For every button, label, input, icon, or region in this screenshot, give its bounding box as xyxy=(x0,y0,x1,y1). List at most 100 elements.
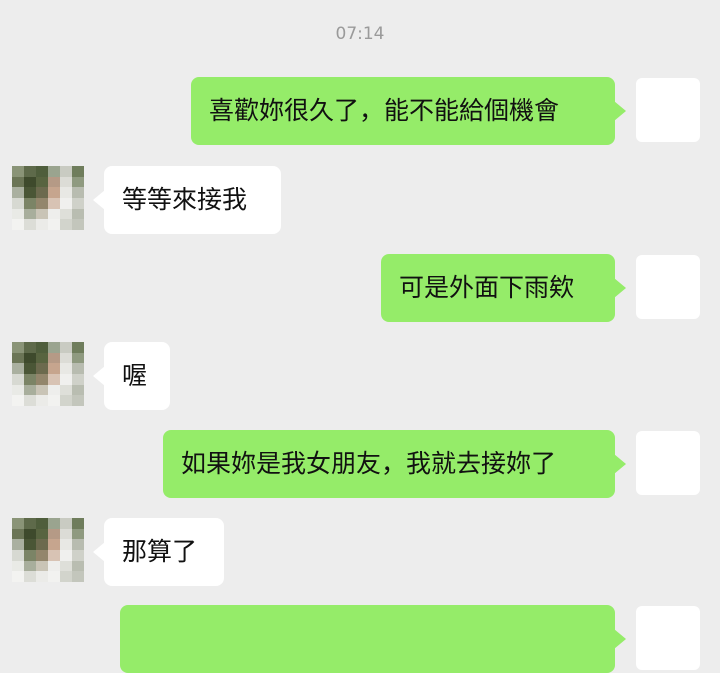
avatar-mosaic-tile xyxy=(12,176,24,188)
message-bubble-sent[interactable]: 喜歡妳很久了，能不能給個機會 xyxy=(191,77,626,145)
contact-avatar-icon[interactable] xyxy=(12,166,84,230)
avatar-mosaic-tile xyxy=(72,571,84,582)
avatar-mosaic-tile xyxy=(48,373,60,385)
avatar-mosaic-tile xyxy=(72,539,84,550)
avatar-mosaic-tile xyxy=(36,395,48,406)
avatar-mosaic-tile xyxy=(48,528,60,540)
message-timestamp: 07:14 xyxy=(335,24,385,44)
avatar-mosaic-tile xyxy=(12,352,24,364)
avatar-mosaic-tile xyxy=(48,395,60,406)
avatar-mosaic-tile xyxy=(48,549,60,561)
avatar-mosaic-tile xyxy=(24,187,36,198)
avatar-mosaic-tile xyxy=(60,539,72,550)
avatar-mosaic-tile xyxy=(60,549,72,561)
avatar-mosaic-tile xyxy=(48,352,60,364)
avatar-mosaic-tile xyxy=(48,363,60,374)
contact-avatar-icon[interactable] xyxy=(12,518,84,582)
avatar-mosaic-tile xyxy=(36,166,48,177)
avatar-mosaic-tile xyxy=(12,539,24,550)
message-bubble-sent[interactable]: 如果妳是我女朋友，我就去接妳了 xyxy=(163,430,626,498)
message-bubble-sent[interactable] xyxy=(120,605,626,673)
self-avatar-icon[interactable] xyxy=(636,78,700,142)
avatar-mosaic-tile xyxy=(60,197,72,209)
avatar-mosaic-tile xyxy=(24,166,36,177)
avatar-mosaic-tile xyxy=(36,352,48,364)
avatar-mosaic-tile xyxy=(24,395,36,406)
avatar-mosaic-tile xyxy=(72,549,84,561)
avatar-mosaic-tile xyxy=(72,208,84,220)
avatar-mosaic-tile xyxy=(24,528,36,540)
avatar-mosaic-tile xyxy=(60,187,72,198)
avatar-mosaic-tile xyxy=(36,363,48,374)
avatar-mosaic-tile xyxy=(72,560,84,572)
avatar-mosaic-tile xyxy=(72,373,84,385)
message-bubble-received[interactable]: 等等來接我 xyxy=(93,166,281,234)
avatar-mosaic-tile xyxy=(72,384,84,396)
avatar-mosaic-tile xyxy=(60,363,72,374)
avatar-mosaic-tile xyxy=(36,571,48,582)
avatar-mosaic-tile xyxy=(72,518,84,529)
avatar-mosaic-tile xyxy=(72,197,84,209)
avatar-mosaic-tile xyxy=(24,549,36,561)
avatar-mosaic-tile xyxy=(36,539,48,550)
avatar-mosaic-tile xyxy=(36,560,48,572)
avatar-mosaic-tile xyxy=(60,571,72,582)
avatar-mosaic-tile xyxy=(36,384,48,396)
avatar-mosaic-tile xyxy=(24,208,36,220)
avatar-mosaic-tile xyxy=(36,197,48,209)
self-avatar-icon[interactable] xyxy=(636,431,700,495)
avatar-mosaic-tile xyxy=(72,342,84,353)
avatar-mosaic-tile xyxy=(12,549,24,561)
avatar-mosaic-tile xyxy=(48,208,60,220)
avatar-mosaic-tile xyxy=(12,384,24,396)
avatar-mosaic-tile xyxy=(12,208,24,220)
avatar-mosaic-tile xyxy=(60,528,72,540)
avatar-mosaic-tile xyxy=(72,363,84,374)
avatar-mosaic-tile xyxy=(24,373,36,385)
avatar-mosaic-tile xyxy=(48,539,60,550)
avatar-mosaic-tile xyxy=(12,187,24,198)
contact-avatar-icon[interactable] xyxy=(12,342,84,406)
avatar-mosaic-tile xyxy=(60,352,72,364)
avatar-mosaic-tile xyxy=(12,197,24,209)
message-bubble-received[interactable]: 那算了 xyxy=(93,518,224,586)
avatar-mosaic-tile xyxy=(60,208,72,220)
avatar-mosaic-tile xyxy=(60,342,72,353)
avatar-mosaic-tile xyxy=(72,395,84,406)
avatar-mosaic-tile xyxy=(48,518,60,529)
avatar-mosaic-tile xyxy=(72,352,84,364)
avatar-mosaic-tile xyxy=(12,166,24,177)
avatar-mosaic-tile xyxy=(60,219,72,230)
avatar-mosaic-tile xyxy=(60,560,72,572)
avatar-mosaic-tile xyxy=(60,373,72,385)
avatar-mosaic-tile xyxy=(12,518,24,529)
avatar-mosaic-tile xyxy=(24,560,36,572)
avatar-mosaic-tile xyxy=(36,219,48,230)
avatar-mosaic-tile xyxy=(24,219,36,230)
message-bubble-sent[interactable]: 可是外面下雨欸 xyxy=(381,254,626,322)
avatar-mosaic-tile xyxy=(36,549,48,561)
self-avatar-icon[interactable] xyxy=(636,255,700,319)
avatar-mosaic-tile xyxy=(60,384,72,396)
avatar-mosaic-tile xyxy=(12,571,24,582)
avatar-mosaic-tile xyxy=(12,373,24,385)
self-avatar-icon[interactable] xyxy=(636,606,700,670)
avatar-mosaic-tile xyxy=(12,219,24,230)
avatar-mosaic-tile xyxy=(72,187,84,198)
avatar-mosaic-tile xyxy=(24,384,36,396)
avatar-mosaic-tile xyxy=(12,395,24,406)
avatar-mosaic-tile xyxy=(24,518,36,529)
avatar-mosaic-tile xyxy=(24,539,36,550)
avatar-mosaic-tile xyxy=(36,208,48,220)
message-bubble-received[interactable]: 喔 xyxy=(93,342,170,410)
avatar-mosaic-tile xyxy=(48,176,60,188)
avatar-mosaic-tile xyxy=(24,363,36,374)
avatar-mosaic-tile xyxy=(36,176,48,188)
avatar-mosaic-tile xyxy=(36,342,48,353)
avatar-mosaic-tile xyxy=(24,571,36,582)
avatar-mosaic-tile xyxy=(12,560,24,572)
avatar-mosaic-tile xyxy=(48,384,60,396)
avatar-mosaic-tile xyxy=(60,176,72,188)
avatar-mosaic-tile xyxy=(72,219,84,230)
avatar-mosaic-tile xyxy=(60,395,72,406)
